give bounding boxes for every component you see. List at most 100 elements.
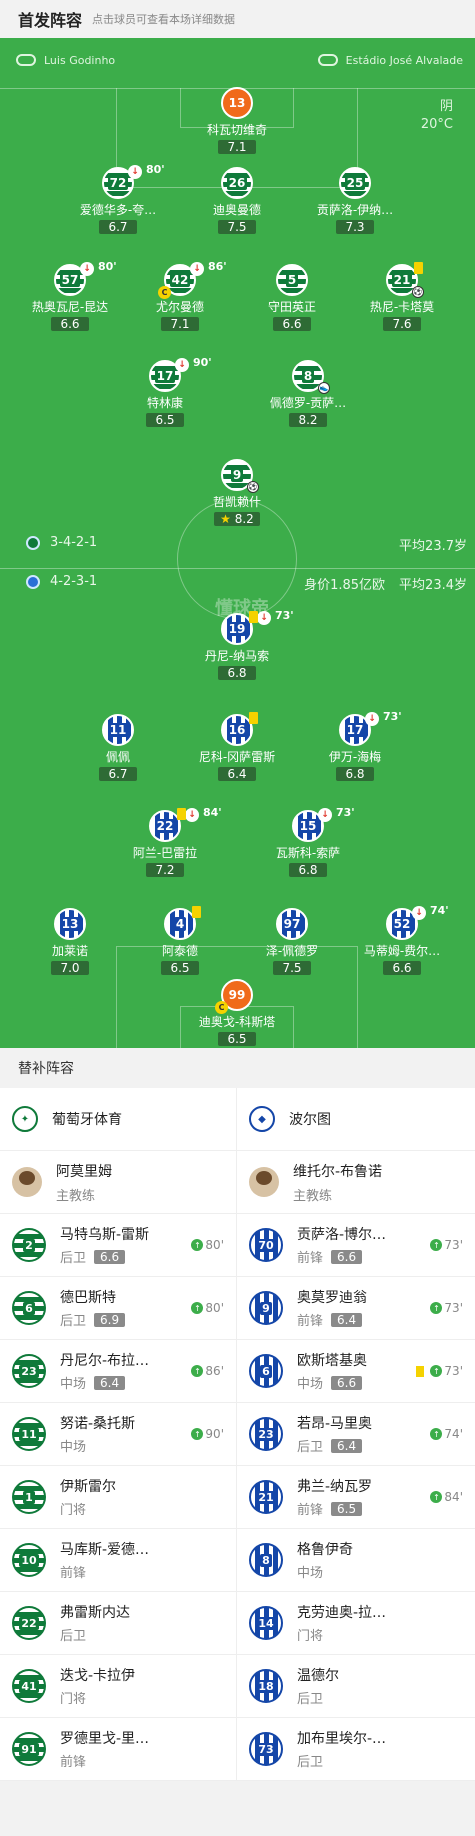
jersey-number: 22: [154, 819, 176, 833]
away-team-row[interactable]: ◆ 波尔图: [237, 1088, 475, 1151]
player-rating: 7.6: [383, 317, 421, 331]
jersey-icon: 13: [221, 87, 253, 119]
player-name: 罗德里戈-里…: [60, 1731, 150, 1747]
sub-minute: 86': [208, 260, 227, 273]
jersey-icon: 10: [12, 1543, 46, 1577]
jersey-number: 26: [226, 176, 248, 190]
rating-value: 6.5: [155, 413, 175, 427]
home-avg-age: 平均23.7岁: [399, 539, 467, 554]
sub-player-row[interactable]: 91 罗德里戈-里… 前锋: [0, 1718, 236, 1781]
sub-minute: 73': [383, 710, 402, 723]
home-player[interactable]: 13 科瓦切维奇 7.1: [182, 87, 292, 154]
sub-player-row[interactable]: 70 贡萨洛-博尔… 前锋 6.6 ↑ 73': [237, 1214, 475, 1277]
away-avg-age: 平均23.4岁: [399, 578, 467, 593]
rating-value: 6.4: [227, 767, 247, 781]
home-player[interactable]: 26 迪奥曼德 7.5: [182, 167, 292, 234]
home-player[interactable]: 17 ↓ 90' 特林康 6.5: [110, 356, 220, 427]
sporting-crest-icon: [26, 535, 40, 550]
player-name: 弗兰-纳瓦罗: [297, 1479, 373, 1495]
sub-player-row[interactable]: 73 加布里埃尔-… 后卫: [237, 1718, 475, 1781]
sub-player-row[interactable]: 41 迭戈-卡拉伊 门将: [0, 1655, 236, 1718]
jersey-number: 17: [154, 369, 176, 383]
player-name: 阿兰-巴雷拉: [132, 846, 198, 860]
sub-player-row[interactable]: 22 弗雷斯内达 后卫: [0, 1592, 236, 1655]
sub-out-icon: ↓: [190, 262, 204, 276]
jersey-number: 8: [301, 369, 315, 383]
jersey-number: 21: [256, 1490, 276, 1504]
captain-icon: C: [215, 1001, 228, 1014]
away-player[interactable]: 99 C 迪奥戈-科斯塔 6.5: [182, 979, 292, 1046]
jersey-number: 6: [23, 1301, 35, 1315]
sub-minute: 73': [336, 806, 355, 819]
jersey-number: 41: [19, 1679, 39, 1693]
player-position: 前锋: [297, 1314, 324, 1329]
away-player[interactable]: 4 阿泰德 6.5: [125, 906, 235, 975]
jersey-number: 25: [344, 176, 366, 190]
away-player[interactable]: 52 ↓ 74' 马蒂姆-费尔… 6.6: [347, 904, 457, 975]
rating-value: 6.5: [227, 1032, 247, 1046]
sub-player-row[interactable]: 6 欧斯塔基奥 中场 6.6 ↑ 73': [237, 1340, 475, 1403]
sub-player-row[interactable]: 6 德巴斯特 后卫 6.9 ↑ 80': [0, 1277, 236, 1340]
sub-player-row[interactable]: 11 努诺-桑托斯 中场 ↑ 90': [0, 1403, 236, 1466]
away-player[interactable]: 17 ↓ 73' 伊万-海梅 6.8: [300, 710, 410, 781]
away-coach-row[interactable]: 维托尔-布鲁诺 主教练: [237, 1151, 475, 1214]
sub-player-row[interactable]: 23 若昂-马里奥 后卫 6.4 ↑ 74': [237, 1403, 475, 1466]
away-player[interactable]: 19 ↓ 73' 丹尼-纳马索 6.8: [182, 609, 294, 680]
sub-player-row[interactable]: 9 奥莫罗迪翁 前锋 6.4 ↑ 73': [237, 1277, 475, 1340]
coach-name: 维托尔-布鲁诺: [293, 1163, 383, 1180]
rating-value: 6.7: [108, 220, 128, 234]
jersey-number: 8: [260, 1553, 272, 1567]
coach-role: 主教练: [293, 1188, 333, 1204]
home-player[interactable]: 9 ⚽ 哲凯赖什 ★ 8.2: [182, 459, 292, 526]
jersey-number: 22: [19, 1616, 39, 1630]
home-player[interactable]: 25 贡萨洛-伊纳… 7.3: [300, 167, 410, 234]
player-name: 马库斯-爱德…: [60, 1542, 150, 1558]
sub-in-icon: ↑: [430, 1491, 443, 1503]
jersey-icon: 8: [249, 1543, 283, 1577]
jersey-number: 2: [23, 1238, 35, 1252]
jersey-icon: 9: [249, 1291, 283, 1325]
home-player[interactable]: 72 ↓ 80' 爱德华多-夸… 6.7: [63, 163, 173, 234]
sub-player-row[interactable]: 2 马特乌斯-雷斯 后卫 6.6 ↑ 80': [0, 1214, 236, 1277]
sub-player-row[interactable]: 14 克劳迪奥-拉… 门将: [237, 1592, 475, 1655]
jersey-icon: 11: [102, 714, 134, 746]
away-player[interactable]: 11 佩佩 6.7: [63, 714, 173, 781]
player-rating: 7.1: [218, 140, 256, 154]
jersey-number: 17: [344, 723, 366, 737]
sub-player-row[interactable]: 1 伊斯雷尔 门将: [0, 1466, 236, 1529]
home-player[interactable]: 57 ↓ 80' 热奥瓦尼-昆达 6.6: [15, 260, 125, 331]
sub-in-icon: ↑: [191, 1365, 204, 1377]
sub-minute: 80': [205, 1301, 224, 1315]
away-player[interactable]: 15 ↓ 73' 瓦斯科-索萨 6.8: [253, 806, 363, 877]
yellow-card-icon: [177, 808, 186, 820]
sub-player-row[interactable]: 23 丹尼尔-布拉… 中场 6.4 ↑ 86': [0, 1340, 236, 1403]
sub-player-row[interactable]: 18 温德尔 后卫: [237, 1655, 475, 1718]
sub-in-icon: ↑: [191, 1428, 204, 1440]
subs-grid: ✦ 葡萄牙体育 阿莫里姆 主教练 2 马特乌斯-雷斯 后卫 6.6 ↑ 80' 6 德巴斯特后…: [0, 1088, 475, 1781]
home-player[interactable]: 8 👟 佩德罗-贡萨… 8.2: [253, 360, 363, 427]
away-player[interactable]: 22 ↓ 84' 阿兰-巴雷拉 7.2: [110, 806, 222, 877]
away-player[interactable]: 16 尼科-冈萨雷斯 6.4: [182, 712, 292, 781]
jersey-icon: 42 ↓ 86' C: [158, 260, 227, 299]
player-position: 中场: [297, 1377, 324, 1392]
sub-player-row[interactable]: 21 弗兰-纳瓦罗 前锋 6.5 ↑ 84': [237, 1466, 475, 1529]
away-player[interactable]: 97 泽-佩德罗 7.5: [237, 908, 347, 975]
home-coach-row[interactable]: 阿莫里姆 主教练: [0, 1151, 236, 1214]
jersey-number: 13: [59, 917, 81, 931]
home-player[interactable]: 42 ↓ 86' C 尤尔曼德 7.1: [125, 260, 235, 331]
away-player[interactable]: 13 加莱诺 7.0: [15, 908, 125, 975]
jersey-icon: 73: [249, 1732, 283, 1766]
jersey-icon: 25: [339, 167, 371, 199]
player-rating: 6.6: [383, 961, 421, 975]
yellow-card-icon: [414, 262, 423, 274]
sub-player-row[interactable]: 8 格鲁伊奇 中场: [237, 1529, 475, 1592]
home-player[interactable]: 21 ⚽ 热尼-卡塔莫 7.6: [347, 262, 457, 331]
home-team-row[interactable]: ✦ 葡萄牙体育: [0, 1088, 236, 1151]
lineup-header: 首发阵容 点击球员可查看本场详细数据: [0, 0, 475, 38]
jersey-icon: 22 ↓ 84': [149, 806, 222, 842]
player-name: 瓦斯科-索萨: [275, 846, 341, 860]
sub-player-row[interactable]: 10 马库斯-爱德… 前锋: [0, 1529, 236, 1592]
player-name: 尤尔曼德: [155, 300, 204, 314]
jersey-number: 18: [256, 1679, 276, 1693]
home-player[interactable]: 5 守田英正 6.6: [237, 264, 347, 331]
